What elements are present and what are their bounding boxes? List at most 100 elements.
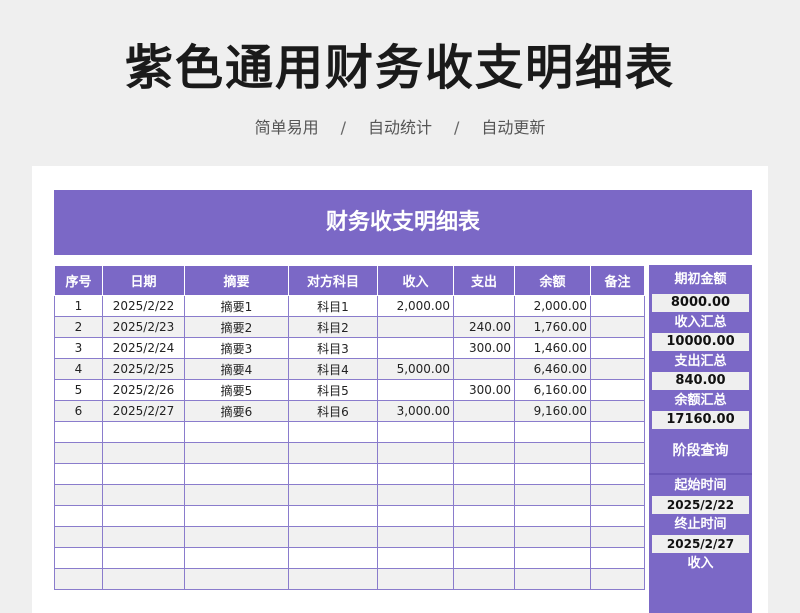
cell-expense[interactable]: [453, 358, 515, 380]
cell-balance[interactable]: 9,160.00: [514, 400, 591, 422]
cell-date[interactable]: [102, 568, 185, 590]
cell-account[interactable]: 科目4: [288, 358, 378, 380]
cell-balance[interactable]: 6,160.00: [514, 379, 591, 401]
cell-no[interactable]: 4: [54, 358, 103, 380]
col-header-no[interactable]: 序号: [54, 265, 103, 296]
cell-balance[interactable]: [514, 484, 591, 506]
cell-income[interactable]: [377, 526, 454, 548]
col-header-summary[interactable]: 摘要: [184, 265, 289, 296]
cell-note[interactable]: [590, 316, 645, 338]
cell-expense[interactable]: [453, 505, 515, 527]
cell-note[interactable]: [590, 526, 645, 548]
col-header-date[interactable]: 日期: [102, 265, 185, 296]
cell-income[interactable]: [377, 463, 454, 485]
cell-expense[interactable]: 240.00: [453, 316, 515, 338]
cell-no[interactable]: 3: [54, 337, 103, 359]
cell-account[interactable]: [288, 421, 378, 443]
cell-date[interactable]: 2025/2/25: [102, 358, 185, 380]
cell-balance[interactable]: [514, 526, 591, 548]
cell-note[interactable]: [590, 442, 645, 464]
cell-date[interactable]: 2025/2/22: [102, 295, 185, 317]
income-total-value[interactable]: 10000.00: [652, 333, 749, 351]
cell-note[interactable]: [590, 379, 645, 401]
cell-summary[interactable]: [184, 484, 289, 506]
cell-summary[interactable]: 摘要6: [184, 400, 289, 422]
cell-summary[interactable]: [184, 526, 289, 548]
cell-income[interactable]: [377, 484, 454, 506]
opening-amount-value[interactable]: 8000.00: [652, 294, 749, 312]
start-time-value[interactable]: 2025/2/22: [652, 496, 749, 514]
cell-no[interactable]: [54, 463, 103, 485]
cell-balance[interactable]: 6,460.00: [514, 358, 591, 380]
cell-expense[interactable]: [453, 568, 515, 590]
cell-balance[interactable]: [514, 421, 591, 443]
cell-note[interactable]: [590, 463, 645, 485]
cell-income[interactable]: [377, 379, 454, 401]
cell-no[interactable]: [54, 442, 103, 464]
cell-account[interactable]: 科目3: [288, 337, 378, 359]
col-header-balance[interactable]: 余额: [514, 265, 591, 296]
cell-account[interactable]: 科目2: [288, 316, 378, 338]
cell-expense[interactable]: [453, 295, 515, 317]
cell-balance[interactable]: 2,000.00: [514, 295, 591, 317]
expense-total-value[interactable]: 840.00: [652, 372, 749, 390]
cell-date[interactable]: 2025/2/24: [102, 337, 185, 359]
cell-date[interactable]: 2025/2/27: [102, 400, 185, 422]
cell-expense[interactable]: [453, 526, 515, 548]
cell-note[interactable]: [590, 505, 645, 527]
cell-summary[interactable]: 摘要2: [184, 316, 289, 338]
cell-note[interactable]: [590, 568, 645, 590]
cell-expense[interactable]: 300.00: [453, 337, 515, 359]
cell-date[interactable]: 2025/2/23: [102, 316, 185, 338]
cell-account[interactable]: [288, 484, 378, 506]
cell-summary[interactable]: [184, 568, 289, 590]
cell-no[interactable]: 2: [54, 316, 103, 338]
cell-date[interactable]: [102, 505, 185, 527]
cell-account[interactable]: 科目1: [288, 295, 378, 317]
cell-account[interactable]: [288, 505, 378, 527]
cell-account[interactable]: [288, 568, 378, 590]
cell-date[interactable]: [102, 547, 185, 569]
cell-no[interactable]: [54, 547, 103, 569]
cell-income[interactable]: 2,000.00: [377, 295, 454, 317]
cell-expense[interactable]: [453, 400, 515, 422]
cell-expense[interactable]: [453, 484, 515, 506]
cell-summary[interactable]: [184, 421, 289, 443]
cell-income[interactable]: [377, 316, 454, 338]
cell-no[interactable]: 5: [54, 379, 103, 401]
cell-income[interactable]: [377, 547, 454, 569]
cell-note[interactable]: [590, 295, 645, 317]
cell-income[interactable]: [377, 442, 454, 464]
cell-balance[interactable]: 1,460.00: [514, 337, 591, 359]
cell-income[interactable]: [377, 505, 454, 527]
cell-summary[interactable]: 摘要4: [184, 358, 289, 380]
col-header-note[interactable]: 备注: [590, 265, 645, 296]
cell-income[interactable]: [377, 421, 454, 443]
col-header-account[interactable]: 对方科目: [288, 265, 378, 296]
cell-summary[interactable]: 摘要1: [184, 295, 289, 317]
cell-expense[interactable]: [453, 421, 515, 443]
cell-expense[interactable]: 300.00: [453, 379, 515, 401]
cell-income[interactable]: 5,000.00: [377, 358, 454, 380]
cell-summary[interactable]: [184, 463, 289, 485]
col-header-expense[interactable]: 支出: [453, 265, 515, 296]
cell-date[interactable]: [102, 463, 185, 485]
cell-balance[interactable]: 1,760.00: [514, 316, 591, 338]
cell-account[interactable]: 科目5: [288, 379, 378, 401]
cell-date[interactable]: [102, 442, 185, 464]
end-time-value[interactable]: 2025/2/27: [652, 535, 749, 553]
cell-balance[interactable]: [514, 505, 591, 527]
cell-note[interactable]: [590, 337, 645, 359]
cell-income[interactable]: [377, 568, 454, 590]
cell-account[interactable]: [288, 442, 378, 464]
balance-total-value[interactable]: 17160.00: [652, 411, 749, 429]
cell-date[interactable]: [102, 484, 185, 506]
cell-date[interactable]: 2025/2/26: [102, 379, 185, 401]
cell-date[interactable]: [102, 421, 185, 443]
cell-balance[interactable]: [514, 547, 591, 569]
cell-summary[interactable]: [184, 547, 289, 569]
cell-expense[interactable]: [453, 463, 515, 485]
cell-income[interactable]: 3,000.00: [377, 400, 454, 422]
cell-account[interactable]: 科目6: [288, 400, 378, 422]
cell-summary[interactable]: 摘要3: [184, 337, 289, 359]
